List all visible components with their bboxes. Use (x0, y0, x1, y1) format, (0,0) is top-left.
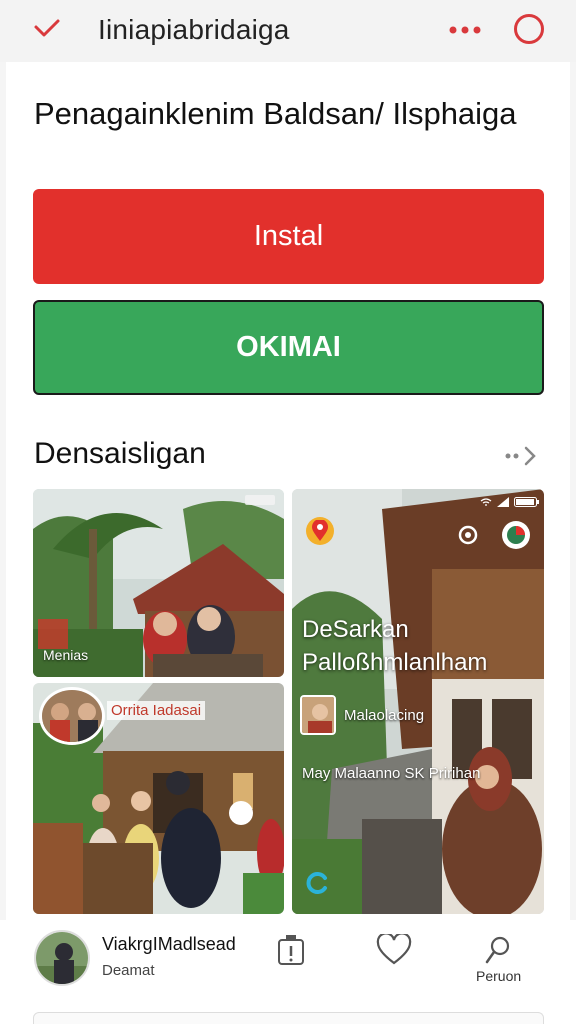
gallery-card-gazebo[interactable]: Orrita Iadasai (33, 683, 284, 914)
chat-bubble-icon[interactable] (502, 521, 530, 549)
open-button[interactable]: OKIMAI (33, 300, 544, 395)
top-bar: Iiniapiabridaiga (0, 0, 576, 62)
card-c-author-row: Malaolacing (300, 695, 424, 735)
battery-icon (514, 497, 539, 507)
section-title: Densaisligan (34, 437, 206, 470)
profile-subtitle: Deamat (102, 962, 155, 979)
more-dots-icon (449, 26, 481, 34)
card-b-tag: Orrita Iadasai (107, 701, 206, 720)
back-check-icon (34, 19, 60, 37)
app-title: Iiniapiabridaiga (98, 14, 290, 45)
location-pin-icon[interactable] (306, 517, 334, 545)
nav-person-item[interactable]: Peruon (476, 934, 521, 984)
card-a-tag: Menias (43, 647, 89, 663)
signal-icon (497, 497, 509, 507)
card-b-avatar (39, 687, 105, 745)
loading-swirl-icon (304, 869, 332, 897)
status-bar-icons (460, 495, 540, 509)
heart-icon (376, 934, 412, 965)
section-more-arrow-icon[interactable] (502, 444, 542, 468)
card-c-subtitle: Malaolacing (344, 706, 425, 724)
page-heading: Penagainklenim Baldsan/ Ilsphaiga (34, 96, 517, 131)
gallery-card-house[interactable]: Menias (33, 489, 284, 677)
back-button[interactable] (30, 14, 64, 44)
share-ring-icon[interactable] (454, 521, 482, 549)
card-c-author-avatar (300, 695, 336, 735)
card-c-caption: May Malaanno SK Pririhan (302, 765, 481, 782)
nav-person-label: Peruon (476, 968, 522, 984)
card-c-title: DeSarkan Palloßhmlanlham (302, 616, 488, 676)
author-avatar-image (302, 697, 334, 733)
gallery-card-featured[interactable]: DeSarkan Palloßhmlanlham Malaolacing May… (292, 489, 544, 914)
bottom-sheet-edge (33, 1012, 544, 1024)
record-circle-button[interactable] (514, 14, 544, 44)
nav-favorite-item[interactable] (376, 934, 412, 966)
search-person-icon (485, 936, 509, 964)
alert-box-icon (278, 935, 304, 965)
profile-name: ViakrgIMadlsead (102, 934, 236, 954)
install-button[interactable]: Instal (33, 189, 544, 284)
wifi-icon (480, 498, 492, 506)
bottom-bar: ViakrgIMadlsead Deamat Peruon (0, 920, 576, 1024)
profile-avatar-image (36, 932, 88, 984)
more-options-button[interactable] (444, 18, 490, 42)
profile-avatar[interactable] (34, 930, 90, 986)
nav-alert-item[interactable] (276, 934, 306, 968)
